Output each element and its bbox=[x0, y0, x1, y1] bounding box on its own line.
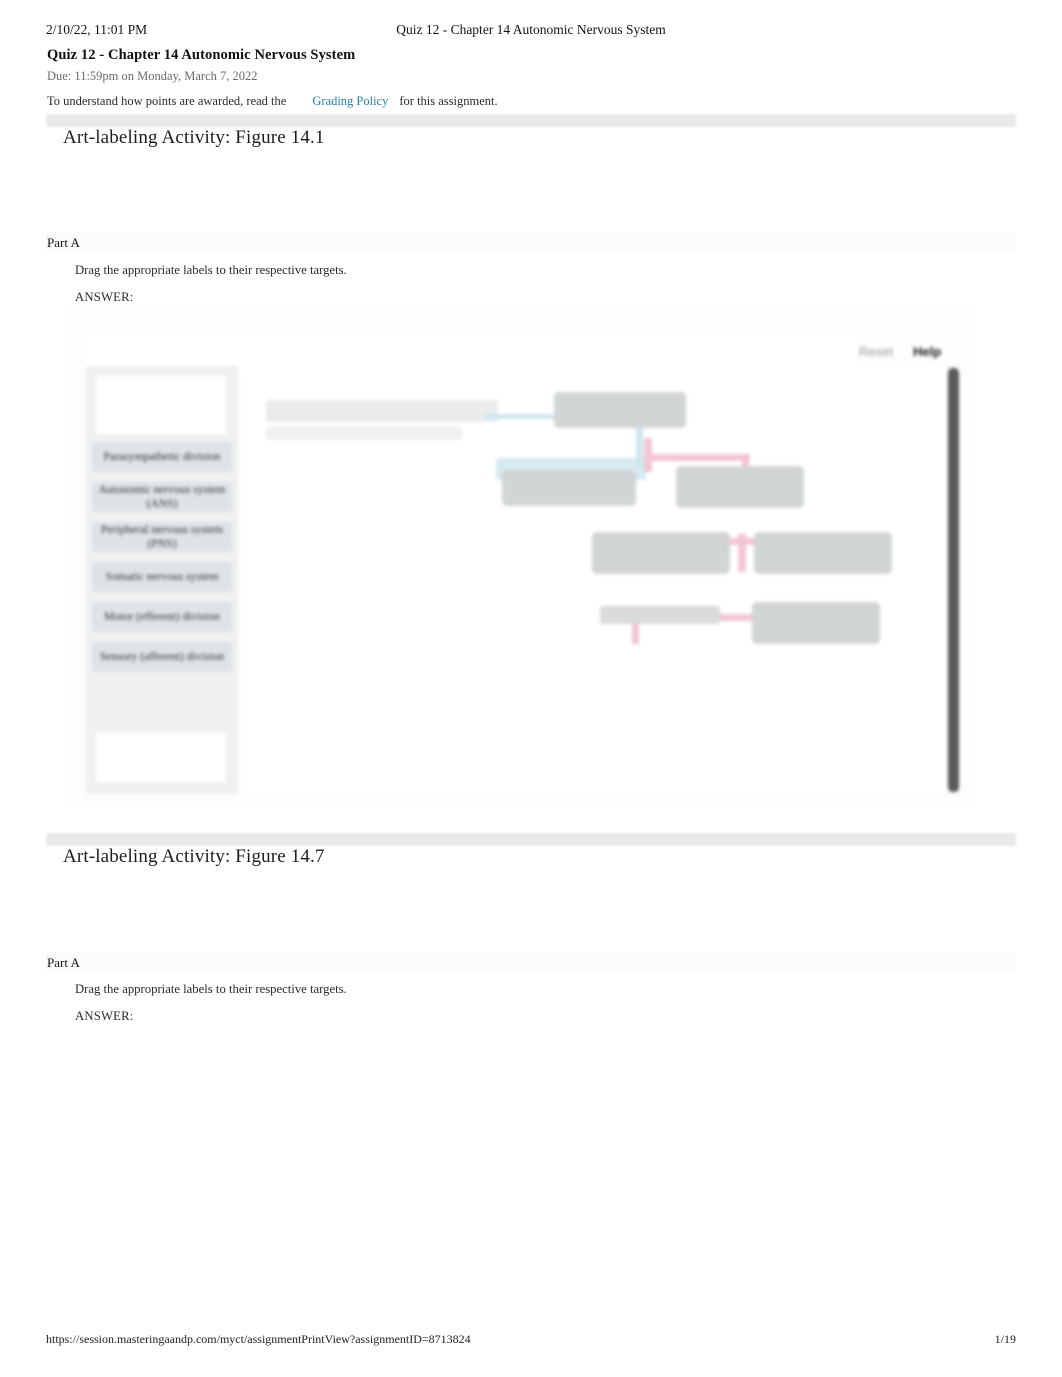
grading-policy-line: To understand how points are awarded, re… bbox=[47, 94, 498, 109]
print-footer: https://session.masteringaandp.com/myct/… bbox=[46, 1332, 1016, 1347]
print-page: 2/10/22, 11:01 PM Quiz 12 - Chapter 14 A… bbox=[0, 0, 1062, 1377]
label-bank[interactable]: Parasympathetic division Autonomic nervo… bbox=[86, 366, 238, 794]
print-header: 2/10/22, 11:01 PM Quiz 12 - Chapter 14 A… bbox=[46, 22, 1016, 38]
drop-target-ghost[interactable] bbox=[600, 606, 720, 624]
print-header-title: Quiz 12 - Chapter 14 Autonomic Nervous S… bbox=[396, 22, 666, 37]
activity-title-1: Art-labeling Activity: Figure 14.1 bbox=[63, 127, 325, 148]
label-chip[interactable]: Parasympathetic division bbox=[92, 442, 232, 472]
part-instruction-1: Drag the appropriate labels to their res… bbox=[75, 263, 347, 277]
part-band-2 bbox=[46, 952, 1016, 972]
drop-target[interactable] bbox=[592, 532, 730, 574]
help-button[interactable]: Help bbox=[913, 344, 941, 359]
activity-title-2: Art-labeling Activity: Figure 14.7 bbox=[63, 846, 325, 867]
bank-empty-slot-bottom[interactable] bbox=[96, 732, 226, 782]
part-label-1: Part A bbox=[47, 235, 80, 250]
answer-label-1: ANSWER: bbox=[75, 290, 134, 304]
diagram-caption-ghost bbox=[266, 400, 498, 422]
drop-target[interactable] bbox=[502, 470, 636, 506]
due-date: Due: 11:59pm on Monday, March 7, 2022 bbox=[47, 69, 258, 83]
bank-empty-slot-top[interactable] bbox=[96, 376, 226, 434]
widget-body: Parasympathetic division Autonomic nervo… bbox=[68, 366, 970, 796]
canvas-scrollbar-thumb[interactable] bbox=[948, 368, 959, 792]
grading-policy-suffix: for this assignment. bbox=[399, 94, 498, 108]
grading-policy-prefix: To understand how points are awarded, re… bbox=[47, 94, 287, 108]
widget-toolbar: Reset Help bbox=[68, 320, 970, 372]
section-band-2 bbox=[46, 833, 1016, 846]
label-chip[interactable]: Somatic nervous system bbox=[92, 562, 232, 592]
label-chip[interactable]: Sensory (afferent) division bbox=[92, 642, 232, 672]
drop-target[interactable] bbox=[754, 532, 892, 574]
page-title: Quiz 12 - Chapter 14 Autonomic Nervous S… bbox=[47, 47, 356, 63]
diagram-caption-ghost bbox=[266, 426, 462, 440]
footer-page-number: 1/19 bbox=[994, 1332, 1016, 1346]
drop-target[interactable] bbox=[554, 392, 686, 428]
connector-blue bbox=[636, 424, 643, 468]
connector-pink bbox=[644, 454, 750, 461]
label-chip[interactable]: Autonomic nervous system (ANS) bbox=[92, 482, 232, 512]
label-chip[interactable]: Motor (efferent) division bbox=[92, 602, 232, 632]
drop-target[interactable] bbox=[676, 466, 804, 508]
footer-url: https://session.masteringaandp.com/myct/… bbox=[46, 1332, 471, 1346]
reset-button[interactable]: Reset bbox=[859, 344, 893, 359]
part-band-1 bbox=[46, 232, 1016, 252]
label-chip-list: Parasympathetic division Autonomic nervo… bbox=[86, 442, 238, 682]
diagram-canvas[interactable] bbox=[240, 366, 952, 794]
part-label-2: Part A bbox=[47, 955, 80, 970]
drop-target[interactable] bbox=[752, 602, 880, 644]
art-labeling-widget[interactable]: Reset Help Parasympathetic division Auto… bbox=[68, 306, 970, 808]
label-chip[interactable]: Peripheral nervous system (PNS) bbox=[92, 522, 232, 552]
grading-policy-link[interactable]: Grading Policy bbox=[312, 94, 388, 108]
section-band-1 bbox=[46, 114, 1016, 127]
part-instruction-2: Drag the appropriate labels to their res… bbox=[75, 982, 347, 996]
answer-label-2: ANSWER: bbox=[75, 1009, 134, 1023]
